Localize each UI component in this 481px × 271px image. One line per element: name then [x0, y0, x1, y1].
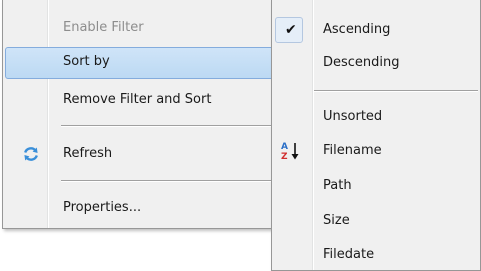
submenu-item-filedate[interactable]: Filedate [274, 241, 478, 271]
refresh-icon [22, 145, 40, 167]
menu-item-label: Unsorted [323, 109, 383, 124]
submenu-item-descending[interactable]: Descending [274, 49, 478, 79]
menu-item-label: Filedate [323, 247, 375, 262]
menu-item-label: Enable Filter [63, 20, 144, 35]
submenu-item-size[interactable]: Size [274, 207, 478, 237]
submenu-item-path[interactable]: Path [274, 172, 478, 202]
menu-item-refresh[interactable]: Refresh [5, 140, 288, 170]
context-menu: Enable Filter Sort by Remove Filter and … [2, 0, 291, 229]
submenu-item-unsorted[interactable]: Unsorted [274, 103, 478, 133]
submenu-item-ascending[interactable]: ✔ Ascending [274, 16, 478, 46]
menu-item-label: Descending [323, 55, 400, 70]
menu-item-label: Sort by [63, 54, 110, 69]
menu-item-label: Properties... [63, 200, 142, 215]
menu-item-enable-filter[interactable]: Enable Filter [5, 14, 288, 44]
menu-separator [61, 125, 286, 127]
sort-az-icon: A Z [280, 140, 302, 166]
svg-text:A: A [281, 142, 288, 152]
menu-item-sort-by[interactable]: Sort by [5, 47, 288, 79]
menu-item-label: Refresh [63, 146, 113, 161]
menu-item-label: Remove Filter and Sort [63, 92, 212, 107]
menu-item-properties[interactable]: Properties... [5, 194, 288, 224]
menu-item-label: Size [323, 213, 350, 228]
sort-submenu: ✔ Ascending Descending Unsorted A Z File… [271, 0, 481, 271]
checkmark-icon: ✔ [285, 22, 297, 38]
menu-separator [314, 90, 478, 92]
check-indicator: ✔ [275, 17, 303, 43]
menu-separator [61, 180, 286, 182]
submenu-item-filename[interactable]: A Z Filename [274, 137, 478, 167]
menu-item-remove-filter-and-sort[interactable]: Remove Filter and Sort [5, 86, 288, 116]
menu-item-label: Ascending [323, 22, 391, 37]
menu-item-label: Path [323, 178, 352, 193]
menu-item-label: Filename [323, 143, 382, 158]
svg-text:Z: Z [281, 152, 288, 162]
